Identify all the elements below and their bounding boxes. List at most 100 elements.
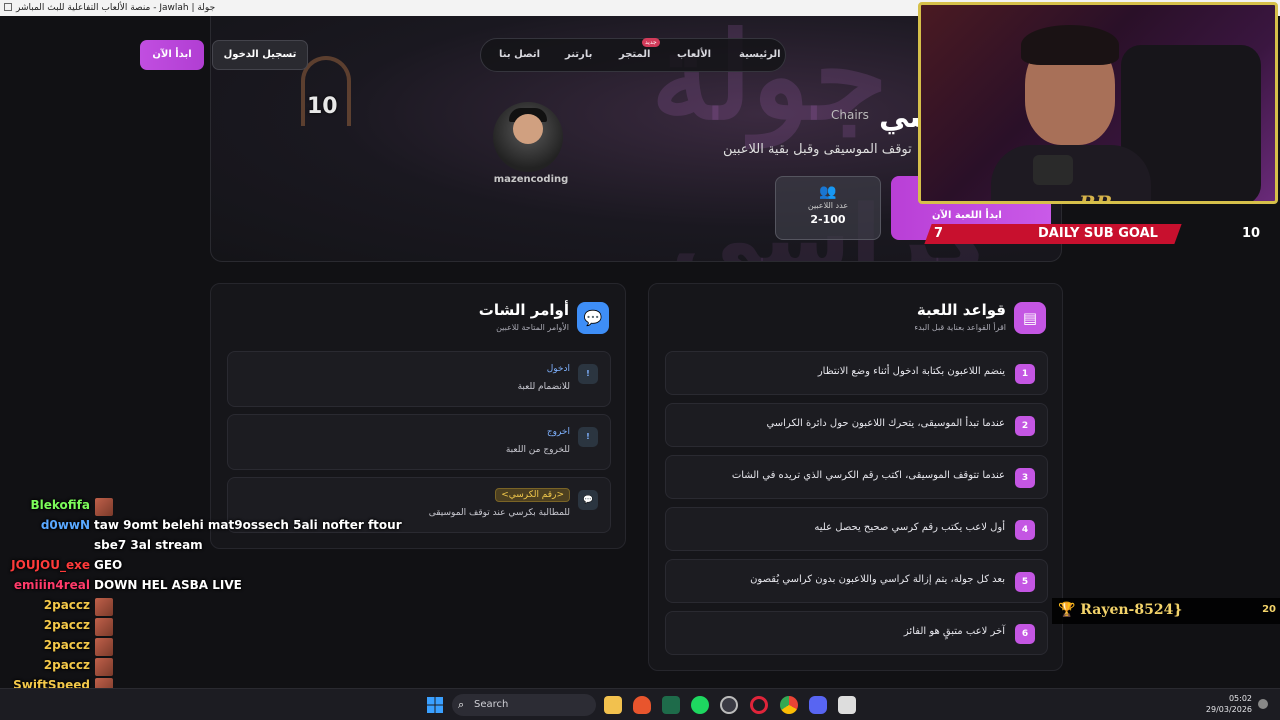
rules-title: قواعد اللعبة bbox=[916, 301, 1006, 319]
chat-username: 2paccz bbox=[43, 658, 90, 672]
folder-icon[interactable] bbox=[604, 696, 622, 714]
opera-icon[interactable] bbox=[750, 696, 768, 714]
round-badge: 10 bbox=[307, 94, 338, 119]
rule-item: 3 عندما تتوقف الموسيقى، اكتب رقم الكرسي ا… bbox=[665, 455, 1048, 499]
exclamation-icon: ! bbox=[578, 427, 598, 447]
app-icon[interactable] bbox=[662, 696, 680, 714]
notepad-icon[interactable] bbox=[838, 696, 856, 714]
rules-subtitle: اقرأ القواعد بعناية قبل البدء bbox=[914, 323, 1006, 332]
discord-icon[interactable] bbox=[809, 696, 827, 714]
window-title: منصة الألعاب التفاعلية للبث المباشر - Ja… bbox=[16, 3, 216, 13]
main-nav: الرئيسية الألعاب المتجر جديد بارتنر اتصل… bbox=[480, 38, 786, 72]
rule-item: 2 عندما تبدأ الموسيقى، يتحرك اللاعبون حول… bbox=[665, 403, 1048, 447]
start-game-label: ابدأ اللعبة الآن bbox=[932, 210, 1002, 221]
webcam-overlay: RR bbox=[918, 2, 1278, 204]
nav-contact[interactable]: اتصل بنا bbox=[499, 49, 540, 60]
chat-message: 2paccz bbox=[0, 618, 360, 638]
search-icon: ⌕ bbox=[458, 698, 465, 711]
chat-emote-icon bbox=[95, 658, 113, 676]
chat-emote-icon bbox=[95, 598, 113, 616]
commands-subtitle: الأوامر المتاحة للاعبين bbox=[496, 323, 569, 332]
command-name: <رقم الكرسي> bbox=[495, 488, 570, 502]
chat-username: 2paccz bbox=[43, 638, 90, 652]
players-stat-value: 2-100 bbox=[810, 213, 846, 226]
nav-partner[interactable]: بارتنر bbox=[565, 49, 592, 60]
rule-text: أول لاعب يكتب رقم كرسي صحيح يحصل عليه bbox=[814, 522, 1005, 533]
obs-icon[interactable] bbox=[720, 696, 738, 714]
exclamation-icon: ! bbox=[578, 364, 598, 384]
chat-bubble-icon: 💬 bbox=[577, 302, 609, 334]
rule-number: 2 bbox=[1015, 416, 1035, 436]
chat-message-text: sbe7 3al stream bbox=[94, 538, 203, 552]
windows-start-icon[interactable] bbox=[426, 696, 444, 714]
rule-item: 5 بعد كل جولة، يتم إزالة كراسي واللاعبون … bbox=[665, 559, 1048, 603]
players-stat: 👥 عدد اللاعبين 2-100 bbox=[775, 176, 881, 240]
rules-icon: ▤ bbox=[1014, 302, 1046, 334]
chat-username: 2paccz bbox=[43, 598, 90, 612]
commands-title: أوامر الشات bbox=[478, 301, 569, 319]
chat-message: 2paccz bbox=[0, 658, 360, 678]
winner-name: 🏆 Rayen-8524} bbox=[1058, 602, 1183, 618]
clock-time: 05:02 bbox=[1228, 694, 1252, 703]
rule-item: 4 أول لاعب يكتب رقم كرسي صحيح يحصل عليه bbox=[665, 507, 1048, 551]
nav-store[interactable]: المتجر bbox=[619, 49, 650, 60]
avatar-name: mazencoding bbox=[493, 174, 569, 185]
command-description: للخروج من اللعبة bbox=[505, 445, 570, 455]
chat-username: 2paccz bbox=[43, 618, 90, 632]
chat-message: 2paccz bbox=[0, 638, 360, 658]
channel-logo: RR bbox=[1079, 191, 1113, 204]
taskbar-search[interactable]: ⌕ Search bbox=[452, 694, 596, 716]
rule-number: 4 bbox=[1015, 520, 1035, 540]
window-icon bbox=[4, 3, 12, 11]
nav-home[interactable]: الرئيسية bbox=[739, 49, 781, 60]
microphone bbox=[1033, 155, 1073, 185]
rule-text: آخر لاعب متبقٍ هو الفائز bbox=[903, 626, 1005, 637]
game-description: توقف الموسيقى وقبل بقية اللاعبين bbox=[723, 142, 912, 157]
rule-text: بعد كل جولة، يتم إزالة كراسي واللاعبون ب… bbox=[750, 574, 1005, 585]
users-icon: 👥 bbox=[819, 184, 837, 200]
chat-username: d0wwN bbox=[40, 518, 90, 532]
winner-points: 20 bbox=[1262, 604, 1276, 615]
command-name: ادخول bbox=[546, 364, 570, 374]
nav-games[interactable]: الألعاب bbox=[677, 49, 711, 60]
chat-message: d0wwN taw 9omt belehi mat9ossech 5ali nof… bbox=[0, 518, 402, 538]
command-item: ! اخروج للخروج من اللعبة bbox=[227, 414, 611, 470]
chat-icon: 💬 bbox=[578, 490, 598, 510]
notification-icon[interactable] bbox=[1258, 699, 1268, 709]
chat-emote-icon bbox=[95, 618, 113, 636]
chat-username: emiiin4real bbox=[13, 578, 90, 592]
command-item: ! ادخول للانضمام للعبة bbox=[227, 351, 611, 407]
taskbar-search-label: Search bbox=[474, 699, 509, 710]
streamer-hair bbox=[1021, 25, 1119, 65]
brave-icon[interactable] bbox=[633, 696, 651, 714]
chat-emote-icon bbox=[95, 498, 113, 516]
chat-message: 2paccz bbox=[0, 598, 360, 618]
login-button[interactable]: تسجيل الدخول bbox=[212, 40, 308, 70]
hero-background-text: جولة bbox=[651, 16, 889, 147]
avatar-face bbox=[513, 114, 543, 144]
taskbar-clock: 05:02 29/03/2026 bbox=[1200, 693, 1252, 715]
new-badge: جديد bbox=[642, 38, 660, 47]
command-description: للانضمام للعبة bbox=[517, 382, 570, 392]
rule-text: عندما تبدأ الموسيقى، يتحرك اللاعبون حول … bbox=[766, 418, 1005, 429]
chrome-icon[interactable] bbox=[780, 696, 798, 714]
rule-number: 5 bbox=[1015, 572, 1035, 592]
sub-goal-target: 10 bbox=[1242, 226, 1261, 241]
spotify-icon[interactable] bbox=[691, 696, 709, 714]
rules-panel: ▤ قواعد اللعبة اقرأ القواعد بعناية قبل ا… bbox=[648, 283, 1063, 671]
chat-emote-icon bbox=[95, 638, 113, 656]
rule-item: 1 ينضم اللاعبون بكتابة ادخول أثناء وضع ال… bbox=[665, 351, 1048, 395]
command-description: للمطالبة بكرسي عند توقف الموسيقى bbox=[428, 508, 570, 518]
rule-text: ينضم اللاعبون بكتابة ادخول أثناء وضع الا… bbox=[817, 366, 1005, 377]
rule-number: 1 bbox=[1015, 364, 1035, 384]
taskbar: ⌕ Search 05:02 29/03/2026 bbox=[0, 688, 1280, 720]
chat-message-text: taw 9omt belehi mat9ossech 5ali nofter f… bbox=[94, 518, 402, 532]
chat-username: JOUJOU_exe bbox=[11, 558, 90, 572]
chat-message: emiiin4real DOWN HEL ASBA LIVE bbox=[0, 578, 360, 598]
rule-number: 3 bbox=[1015, 468, 1035, 488]
chat-message-text: DOWN HEL ASBA LIVE bbox=[94, 578, 242, 592]
rule-number: 6 bbox=[1015, 624, 1035, 644]
start-now-button[interactable]: ابدأ الآن bbox=[140, 40, 204, 70]
chat-message: sbe7 3al stream bbox=[0, 538, 360, 558]
chat-username: Blekofifa bbox=[30, 498, 90, 512]
